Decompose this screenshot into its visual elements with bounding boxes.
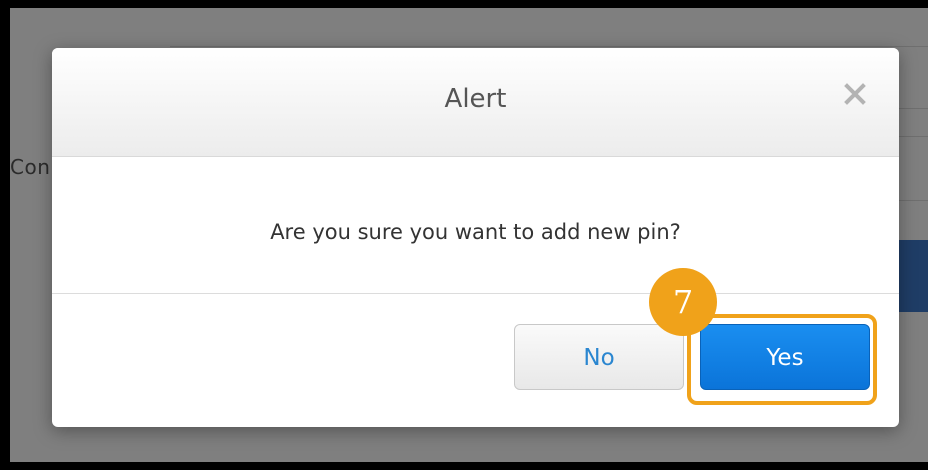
dialog-title: Alert (444, 84, 507, 114)
step-number-badge: 7 (649, 268, 717, 336)
no-button[interactable]: No (514, 324, 684, 390)
screenshot-frame: Con Alert Are you sure you want to add n… (0, 0, 928, 470)
dialog-footer: No Yes (52, 294, 899, 427)
background-divider (170, 46, 928, 47)
yes-button[interactable]: Yes (700, 324, 870, 390)
dialog-header: Alert (52, 48, 899, 157)
dialog-body: Are you sure you want to add new pin? (52, 156, 899, 294)
alert-dialog: Alert Are you sure you want to add new p… (52, 48, 899, 427)
dialog-message: Are you sure you want to add new pin? (270, 220, 681, 244)
close-icon[interactable] (839, 78, 871, 110)
background-field-label: Con (10, 155, 51, 179)
background-primary-button (898, 240, 928, 312)
